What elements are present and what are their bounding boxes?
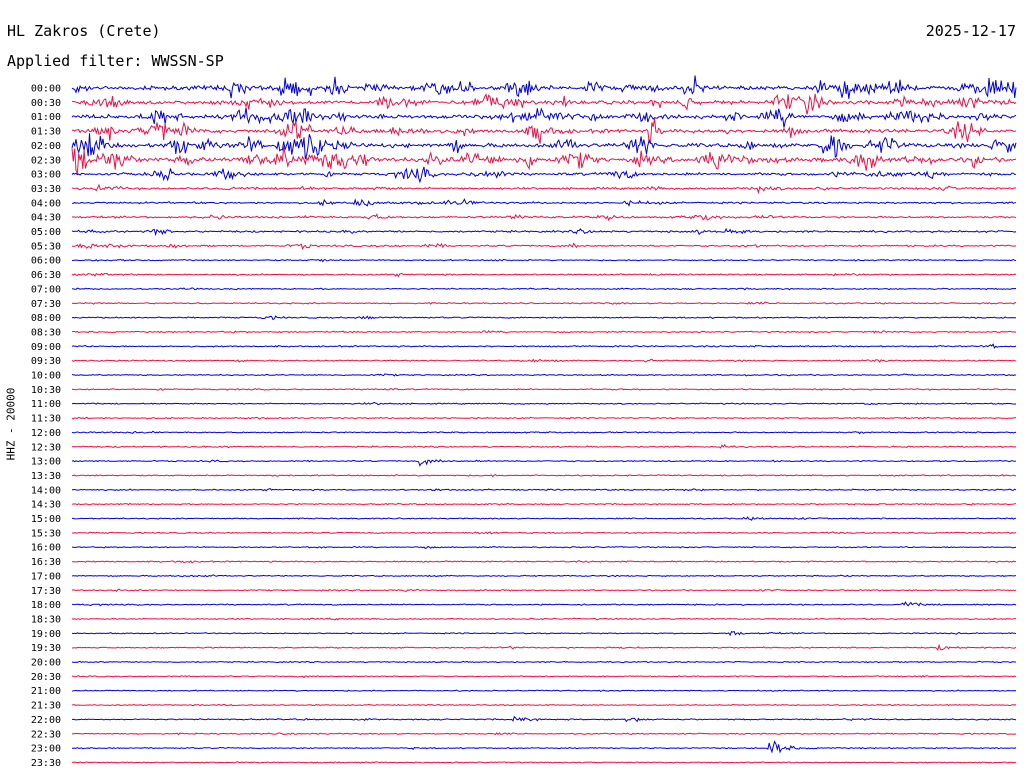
trace-row — [71, 545, 1017, 550]
trace-row — [71, 183, 1017, 195]
trace-row — [71, 93, 1017, 115]
time-tick-label: 07:00 — [31, 284, 61, 295]
trace-row — [71, 502, 1016, 506]
trace-row — [71, 689, 1017, 692]
time-tick-label: 23:00 — [31, 744, 61, 755]
time-tick-label: 14:30 — [31, 500, 61, 511]
time-tick-label: 18:00 — [31, 600, 61, 611]
trace-row — [71, 601, 1017, 607]
time-tick-label: 10:00 — [31, 371, 61, 382]
time-tick-label: 03:30 — [31, 184, 61, 195]
time-tick-label: 17:30 — [31, 586, 61, 597]
time-tick-label: 12:30 — [31, 442, 61, 453]
trace-row — [71, 660, 1016, 664]
time-tick-label: 09:30 — [31, 356, 61, 367]
time-tick-label: 02:00 — [31, 141, 61, 152]
time-tick-label: 15:30 — [31, 528, 61, 539]
trace-row — [71, 643, 1017, 651]
time-tick-label: 22:00 — [31, 715, 61, 726]
time-tick-label: 04:30 — [31, 213, 61, 224]
trace-row — [71, 617, 1017, 621]
helicorder-plot: 00:00 00:30 01:00 01:30 02:00 02:30 03:00 03:30… — [31, 75, 1017, 769]
time-tick-label: 19:30 — [31, 643, 61, 654]
trace-row — [71, 227, 1017, 237]
trace-row — [71, 588, 1017, 592]
time-tick-label: 12:00 — [31, 428, 61, 439]
trace-row — [71, 287, 1017, 291]
trace-row — [71, 315, 1017, 321]
trace-row — [71, 258, 1017, 263]
trace-row — [71, 133, 1017, 159]
trace-row — [71, 373, 1017, 377]
time-tick-label: 07:30 — [31, 299, 61, 310]
time-tick-label: 08:00 — [31, 313, 61, 324]
time-tick-label: 01:30 — [31, 127, 61, 138]
trace-row — [71, 301, 1017, 305]
time-tick-label: 09:00 — [31, 342, 61, 353]
time-tick-label: 18:30 — [31, 614, 61, 625]
trace-row — [71, 330, 1017, 334]
trace-row — [71, 146, 1017, 175]
trace-row — [71, 761, 1017, 764]
time-tick-label: 19:00 — [31, 629, 61, 640]
trace-row — [71, 703, 1017, 707]
time-tick-label: 15:00 — [31, 514, 61, 525]
trace-row — [72, 401, 1017, 406]
time-tick-label: 16:00 — [31, 543, 61, 554]
trace-row — [71, 272, 1017, 278]
time-tick-label: 20:30 — [31, 672, 61, 683]
trace-row — [71, 630, 1017, 637]
time-tick-label: 05:00 — [31, 227, 61, 238]
time-tick-label: 13:00 — [31, 457, 61, 468]
time-tick-label: 01:00 — [31, 112, 61, 123]
trace-row — [71, 459, 1017, 467]
trace-row — [71, 715, 1017, 723]
time-tick-label: 14:00 — [31, 485, 61, 496]
time-tick-label: 16:30 — [31, 557, 61, 568]
trace-row — [72, 560, 1016, 564]
time-tick-label: 00:00 — [31, 84, 61, 95]
trace-row — [71, 166, 1017, 184]
trace-row — [72, 118, 1017, 144]
time-tick-label: 08:30 — [31, 327, 61, 338]
trace-row — [71, 213, 1017, 222]
time-tick-label: 05:30 — [31, 241, 61, 252]
time-tick-label: 13:30 — [31, 471, 61, 482]
trace-row — [71, 488, 1017, 492]
time-tick-label: 11:00 — [31, 399, 61, 410]
time-tick-label: 02:30 — [31, 155, 61, 166]
time-tick-label: 21:00 — [31, 686, 61, 697]
trace-row — [71, 416, 1017, 420]
trace-row — [71, 443, 1017, 449]
time-tick-label: 04:00 — [31, 198, 61, 209]
time-tick-label: 00:30 — [31, 98, 61, 109]
trace-row — [71, 387, 1017, 391]
trace-row — [71, 198, 1017, 207]
time-tick-label: 17:00 — [31, 571, 61, 582]
trace-row — [71, 358, 1017, 363]
trace-row — [71, 343, 1017, 349]
time-tick-label: 03:00 — [31, 170, 61, 181]
trace-row — [71, 674, 1017, 679]
trace-row — [71, 473, 1017, 478]
trace-row — [71, 242, 1016, 251]
trace-row — [71, 516, 1017, 521]
trace-row — [71, 574, 1017, 578]
time-tick-label: 22:30 — [31, 729, 61, 740]
time-tick-label: 11:30 — [31, 414, 61, 425]
time-tick-label: 23:30 — [31, 758, 61, 769]
time-tick-label: 06:00 — [31, 256, 61, 267]
time-tick-label: 21:30 — [31, 701, 61, 712]
trace-row — [71, 740, 1017, 754]
trace-row — [71, 107, 1017, 128]
trace-row — [71, 430, 1017, 435]
time-tick-label: 20:00 — [31, 658, 61, 669]
trace-row — [71, 531, 1017, 535]
trace-row — [71, 732, 1017, 736]
trace-row — [71, 75, 1017, 99]
time-tick-label: 06:30 — [31, 270, 61, 281]
time-tick-label: 10:30 — [31, 385, 61, 396]
